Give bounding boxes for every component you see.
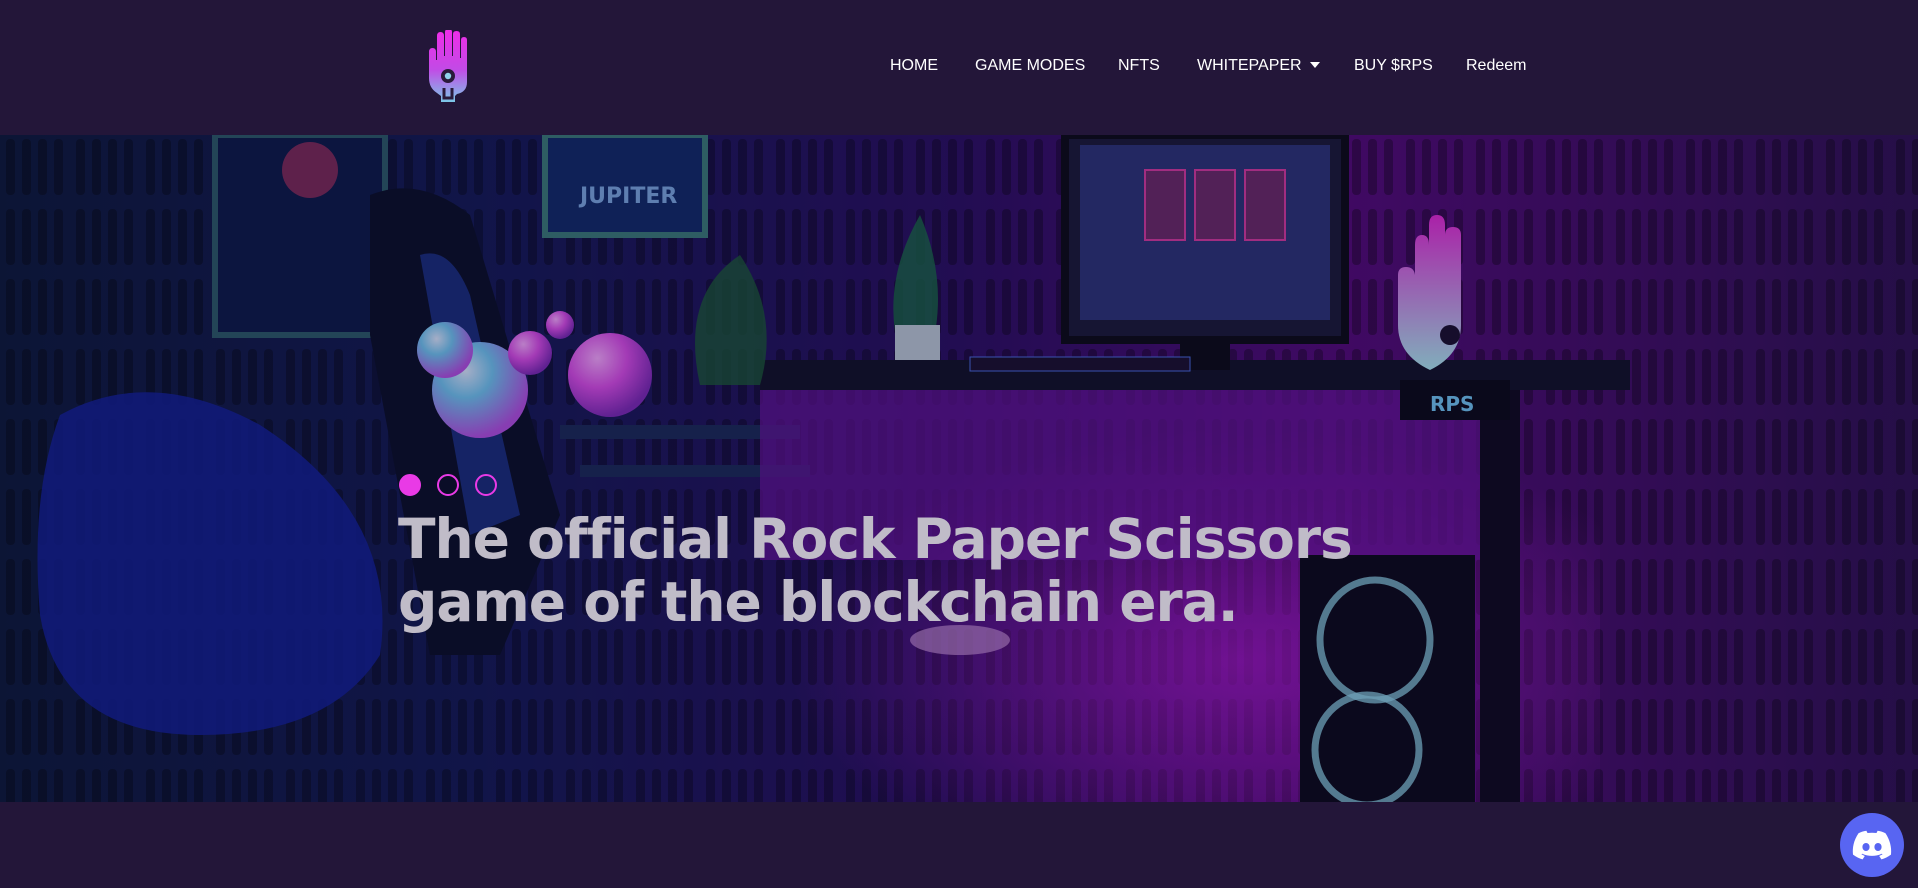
- hero-headline: The official Rock Paper Scissors game of…: [398, 508, 1398, 634]
- nav-game-modes[interactable]: GAME MODES: [975, 54, 1085, 78]
- nav-whitepaper-label: WHITEPAPER: [1197, 57, 1302, 74]
- slide-dot-2[interactable]: [437, 474, 459, 496]
- nav-whitepaper[interactable]: WHITEPAPER: [1197, 54, 1320, 78]
- site-header: HOME GAME MODES NFTS WHITEPAPER BUY $RPS…: [0, 0, 1918, 135]
- caret-down-icon: [1309, 61, 1320, 68]
- discord-icon: [1852, 830, 1892, 860]
- hero-background-image: JUPITER RPS: [0, 135, 1918, 802]
- nav-nfts[interactable]: NFTS: [1118, 54, 1160, 78]
- nav-home[interactable]: HOME: [890, 54, 938, 78]
- slide-dot-1[interactable]: [399, 474, 421, 496]
- hero-headline-line-2: game of the blockchain era.: [398, 570, 1239, 634]
- hero-banner: JUPITER RPS The official Rock Paper Scis…: [0, 135, 1918, 802]
- nav-buy-rps[interactable]: BUY $RPS: [1354, 54, 1433, 78]
- nav-redeem[interactable]: Redeem: [1466, 54, 1526, 78]
- slide-dot-3[interactable]: [475, 474, 497, 496]
- page-footer-band: [0, 802, 1918, 888]
- hero-headline-line-1: The official Rock Paper Scissors: [398, 507, 1353, 571]
- hand-logo-icon[interactable]: [423, 30, 473, 102]
- discord-button[interactable]: [1840, 813, 1904, 877]
